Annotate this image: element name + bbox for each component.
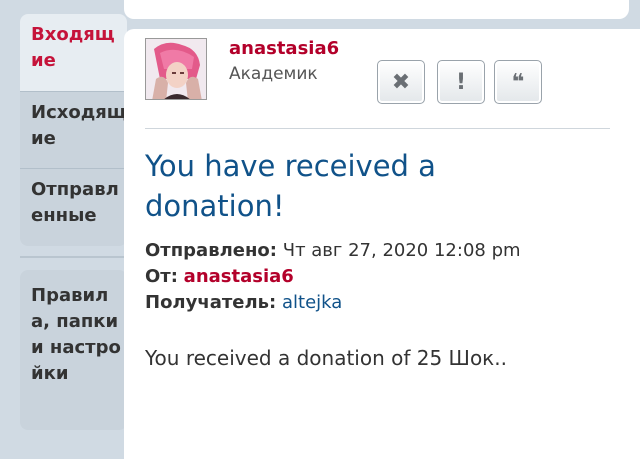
sidebar-divider bbox=[20, 256, 127, 258]
from-username[interactable]: anastasia6 bbox=[184, 266, 294, 287]
recipient-username[interactable]: altejka bbox=[282, 292, 342, 313]
header-divider bbox=[145, 128, 610, 129]
sent-date: Чт авг 27, 2020 12:08 pm bbox=[282, 240, 521, 261]
sidebar-item-rules[interactable]: Правила, папки и настройки bbox=[20, 270, 127, 387]
sidebar-item-inbox[interactable]: Входящие bbox=[20, 14, 127, 91]
sidebar-item-label: Правила, папки и настройки bbox=[31, 285, 121, 384]
author-rank: Академик bbox=[229, 64, 318, 84]
recipient-line: Получатель: altejka bbox=[145, 292, 342, 313]
previous-panel bbox=[124, 0, 629, 19]
recipient-label: Получатель: bbox=[145, 292, 277, 313]
sidebar-item-outbox[interactable]: Исходящие bbox=[20, 91, 127, 168]
from-line: От: anastasia6 bbox=[145, 266, 294, 287]
quote-button[interactable]: ❝ bbox=[494, 60, 542, 104]
sidebar-item-sent[interactable]: Отправленные bbox=[20, 168, 127, 246]
message-body: You received a donation of 25 Шок.. bbox=[145, 346, 507, 370]
close-icon: ✖ bbox=[391, 69, 411, 95]
message-title: You have received a donation! bbox=[145, 149, 436, 223]
author-username[interactable]: anastasia6 bbox=[229, 38, 339, 59]
folder-nav: Входящие Исходящие Отправленные bbox=[20, 14, 127, 246]
rules-nav: Правила, папки и настройки bbox=[20, 270, 127, 430]
sent-label: Отправлено: bbox=[145, 240, 277, 261]
sidebar-item-label: Исходящие bbox=[31, 102, 127, 149]
sent-line: Отправлено: Чт авг 27, 2020 12:08 pm bbox=[145, 240, 521, 261]
avatar[interactable] bbox=[145, 38, 207, 100]
from-label: От: bbox=[145, 266, 178, 287]
delete-button[interactable]: ✖ bbox=[377, 60, 425, 104]
quote-icon: ❝ bbox=[511, 69, 525, 95]
sidebar-item-label: Входящие bbox=[31, 24, 115, 71]
sidebar-item-label: Отправленные bbox=[31, 179, 119, 226]
exclamation-icon: ! bbox=[455, 69, 467, 95]
report-button[interactable]: ! bbox=[437, 60, 485, 104]
